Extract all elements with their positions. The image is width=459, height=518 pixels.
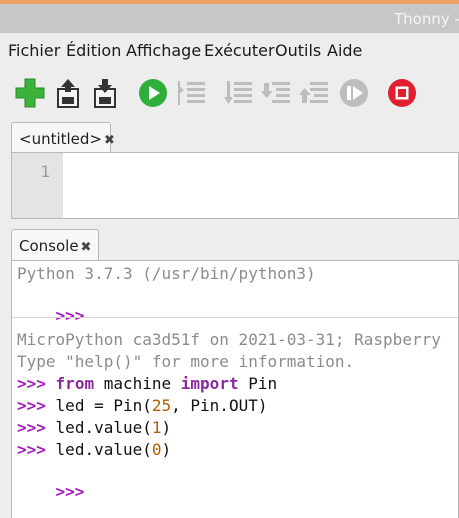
close-icon[interactable]: ✖ <box>81 240 92 255</box>
code-text: led.value( <box>55 418 152 437</box>
resume-icon[interactable] <box>338 77 370 109</box>
close-icon[interactable]: ✖ <box>104 133 115 148</box>
menu-executer[interactable]: Exécuter <box>204 41 275 60</box>
session-divider <box>12 317 458 318</box>
step-into-icon[interactable] <box>261 77 293 109</box>
number-literal: 1 <box>151 418 162 437</box>
line-number: 1 <box>40 162 50 181</box>
step-out-icon[interactable] <box>299 77 331 109</box>
shell-prompt: >>> <box>17 418 46 437</box>
menu-aide[interactable]: Aide <box>327 41 362 60</box>
step-over-icon[interactable] <box>223 77 255 109</box>
code-text: Pin <box>238 374 278 393</box>
menu-edition[interactable]: Édition <box>66 41 121 60</box>
console-line: >>> led = Pin(25, Pin.OUT) <box>17 396 267 416</box>
shell-prompt: >>> <box>55 482 85 501</box>
shell-prompt: >>> <box>55 306 85 325</box>
code-text: ) <box>161 440 172 459</box>
console-line: >>> <box>17 462 85 518</box>
console-line: >>> led.value(0) <box>17 440 171 460</box>
menu-fichier[interactable]: Fichier <box>8 41 60 60</box>
python-banner: Python 3.7.3 (/usr/bin/python3) <box>17 264 316 283</box>
new-file-icon[interactable] <box>14 77 46 109</box>
console-line: >>> from machine import Pin <box>17 374 277 394</box>
tab-console-label: Console <box>19 237 79 255</box>
number-literal: 0 <box>151 440 162 459</box>
console-line: >>> led.value(1) <box>17 418 171 438</box>
run-icon[interactable] <box>137 77 169 109</box>
code-editor[interactable]: 1 <box>11 152 459 219</box>
tab-console[interactable]: Console ✖ <box>11 229 99 261</box>
help-hint: Type "help()" for more information. <box>17 352 355 371</box>
tab-untitled-label: <untitled> <box>19 130 102 148</box>
editor-tab-bar: <untitled> ✖ <box>0 117 459 154</box>
save-file-icon[interactable] <box>89 77 121 109</box>
shell-prompt: >>> <box>17 396 46 415</box>
tab-untitled[interactable]: <untitled> ✖ <box>11 122 115 154</box>
number-literal: 25 <box>151 396 172 415</box>
window-title: Thonny - <box>394 10 459 28</box>
shell-console[interactable]: Python 3.7.3 (/usr/bin/python3) >>> Micr… <box>11 260 459 518</box>
code-text: , Pin.OUT) <box>171 396 268 415</box>
menu-outils[interactable]: Outils <box>275 41 321 60</box>
code-text: led.value( <box>55 440 152 459</box>
code-text: machine <box>94 374 181 393</box>
open-file-icon[interactable] <box>52 77 84 109</box>
stop-icon[interactable] <box>386 77 418 109</box>
keyword: import <box>180 374 239 393</box>
menu-bar: Fichier Édition Affichage Exécuter Outil… <box>0 33 459 67</box>
shell-prompt: >>> <box>17 440 46 459</box>
keyword: from <box>55 374 95 393</box>
line-number-gutter: 1 <box>12 153 63 218</box>
code-text: ) <box>161 418 172 437</box>
micropython-banner: MicroPython ca3d51f on 2021-03-31; Raspb… <box>17 330 441 349</box>
console-tab-bar: Console ✖ <box>0 226 459 262</box>
shell-prompt: >>> <box>17 374 46 393</box>
menu-affichage[interactable]: Affichage <box>126 41 201 60</box>
title-bar: Thonny - <box>0 4 459 33</box>
debug-icon[interactable] <box>176 77 208 109</box>
toolbar <box>0 67 459 117</box>
code-text: led = Pin( <box>55 396 152 415</box>
